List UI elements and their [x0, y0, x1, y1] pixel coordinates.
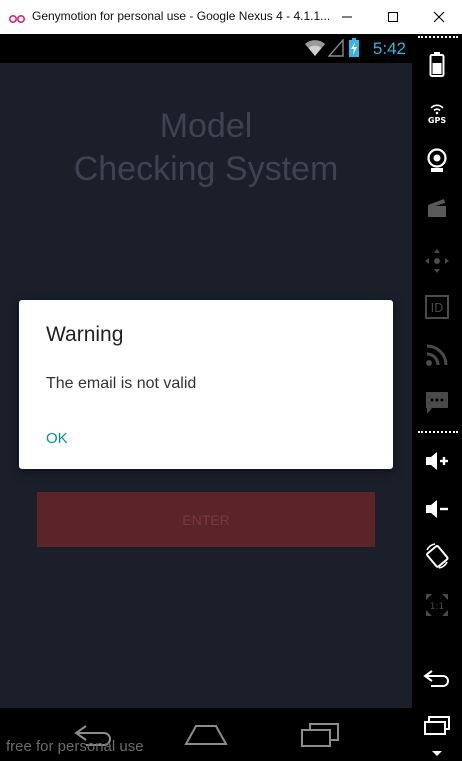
chevron-down-icon	[432, 751, 442, 756]
maximize-icon	[388, 12, 398, 22]
gps-button[interactable]: GPS	[412, 102, 462, 124]
ok-button[interactable]: OK	[33, 428, 74, 449]
sidebar-divider-middle	[418, 431, 458, 433]
camera-button[interactable]	[412, 148, 462, 174]
minimize-icon	[342, 16, 352, 18]
gps-icon: GPS	[428, 104, 446, 124]
maximize-button[interactable]	[370, 0, 416, 34]
volume-down-button[interactable]	[412, 498, 462, 520]
gps-label: GPS	[428, 116, 446, 124]
clapper-icon	[428, 199, 446, 217]
battery-icon	[429, 52, 445, 77]
dialog-message: The email is not valid	[46, 375, 197, 392]
rss-icon	[426, 344, 448, 366]
battery-icon	[348, 38, 360, 62]
warning-dialog: Warning The email is not valid OK	[19, 300, 393, 469]
camera-icon	[427, 148, 447, 172]
back-icon	[423, 670, 449, 687]
home-icon[interactable]	[184, 724, 228, 750]
rotate-button[interactable]	[412, 542, 462, 570]
battery-widget-button[interactable]	[412, 52, 462, 78]
dialog-title: Warning	[46, 323, 124, 346]
close-icon	[433, 11, 445, 23]
signal-icon	[327, 38, 344, 61]
volume-down-icon	[426, 500, 448, 518]
recents-icon[interactable]	[300, 722, 340, 752]
recents-icon	[424, 716, 450, 735]
sidebar-recents-button[interactable]	[412, 716, 462, 736]
device-id-button[interactable]: ID	[412, 294, 462, 320]
emulator-screen: 5:42 Model Checking System ENTER free fo…	[0, 34, 412, 761]
wifi-icon	[304, 39, 326, 61]
sidebar-divider-top	[418, 36, 458, 38]
genymotion-logo-icon	[8, 10, 26, 24]
app-title-line2: Checking System	[73, 150, 339, 188]
status-time: 5:42	[372, 39, 406, 58]
minimize-button[interactable]	[324, 0, 370, 34]
genymotion-sidebar: GPS ID 1:1	[412, 34, 462, 761]
app-title: Model Checking System	[0, 105, 412, 191]
enter-button[interactable]: ENTER	[37, 492, 375, 547]
scale-button[interactable]: 1:1	[412, 592, 462, 618]
sidebar-scroll-down-icon[interactable]	[412, 750, 462, 758]
watermark-text: free for personal use	[6, 738, 144, 755]
dpad-button[interactable]	[412, 248, 462, 274]
dpad-icon	[425, 249, 449, 273]
sms-icon	[426, 392, 448, 414]
volume-up-icon	[426, 452, 448, 470]
sms-button[interactable]	[412, 390, 462, 416]
capture-button[interactable]	[412, 197, 462, 219]
window-title: Genymotion for personal use - Google Nex…	[32, 9, 331, 23]
close-button[interactable]	[416, 0, 462, 34]
scale-label: 1:1	[430, 602, 444, 612]
sidebar-back-button[interactable]	[412, 668, 462, 690]
id-icon: ID	[425, 295, 449, 319]
window-titlebar: Genymotion for personal use - Google Nex…	[0, 0, 462, 34]
android-statusbar: 5:42	[0, 34, 412, 63]
rotate-icon	[426, 543, 449, 569]
id-label: ID	[431, 301, 444, 315]
app-title-line1: Model	[159, 107, 253, 145]
scale-icon: 1:1	[426, 594, 448, 616]
network-button[interactable]	[412, 343, 462, 367]
volume-up-button[interactable]	[412, 450, 462, 472]
